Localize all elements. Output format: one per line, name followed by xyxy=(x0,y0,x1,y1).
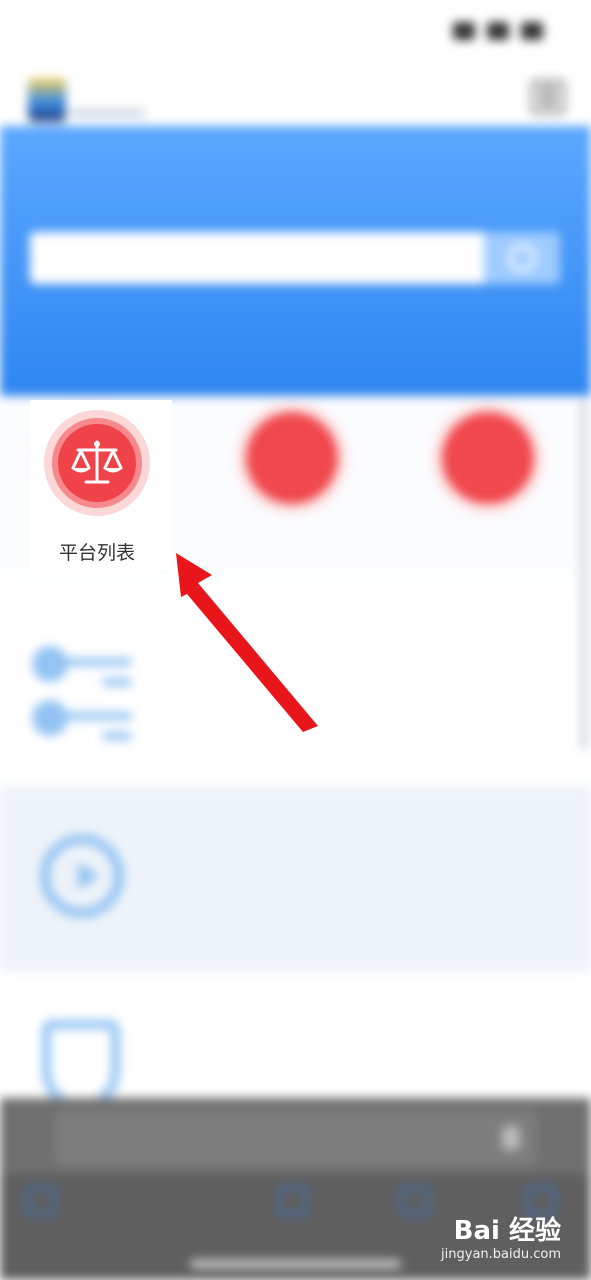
baidu-jingyan-watermark: Bai 经验 jingyan.baidu.com xyxy=(441,1210,561,1262)
watermark-brand: Bai 经验 xyxy=(453,1216,561,1246)
watermark-url: jingyan.baidu.com xyxy=(441,1247,561,1262)
red-arrow-annotation xyxy=(176,553,318,732)
